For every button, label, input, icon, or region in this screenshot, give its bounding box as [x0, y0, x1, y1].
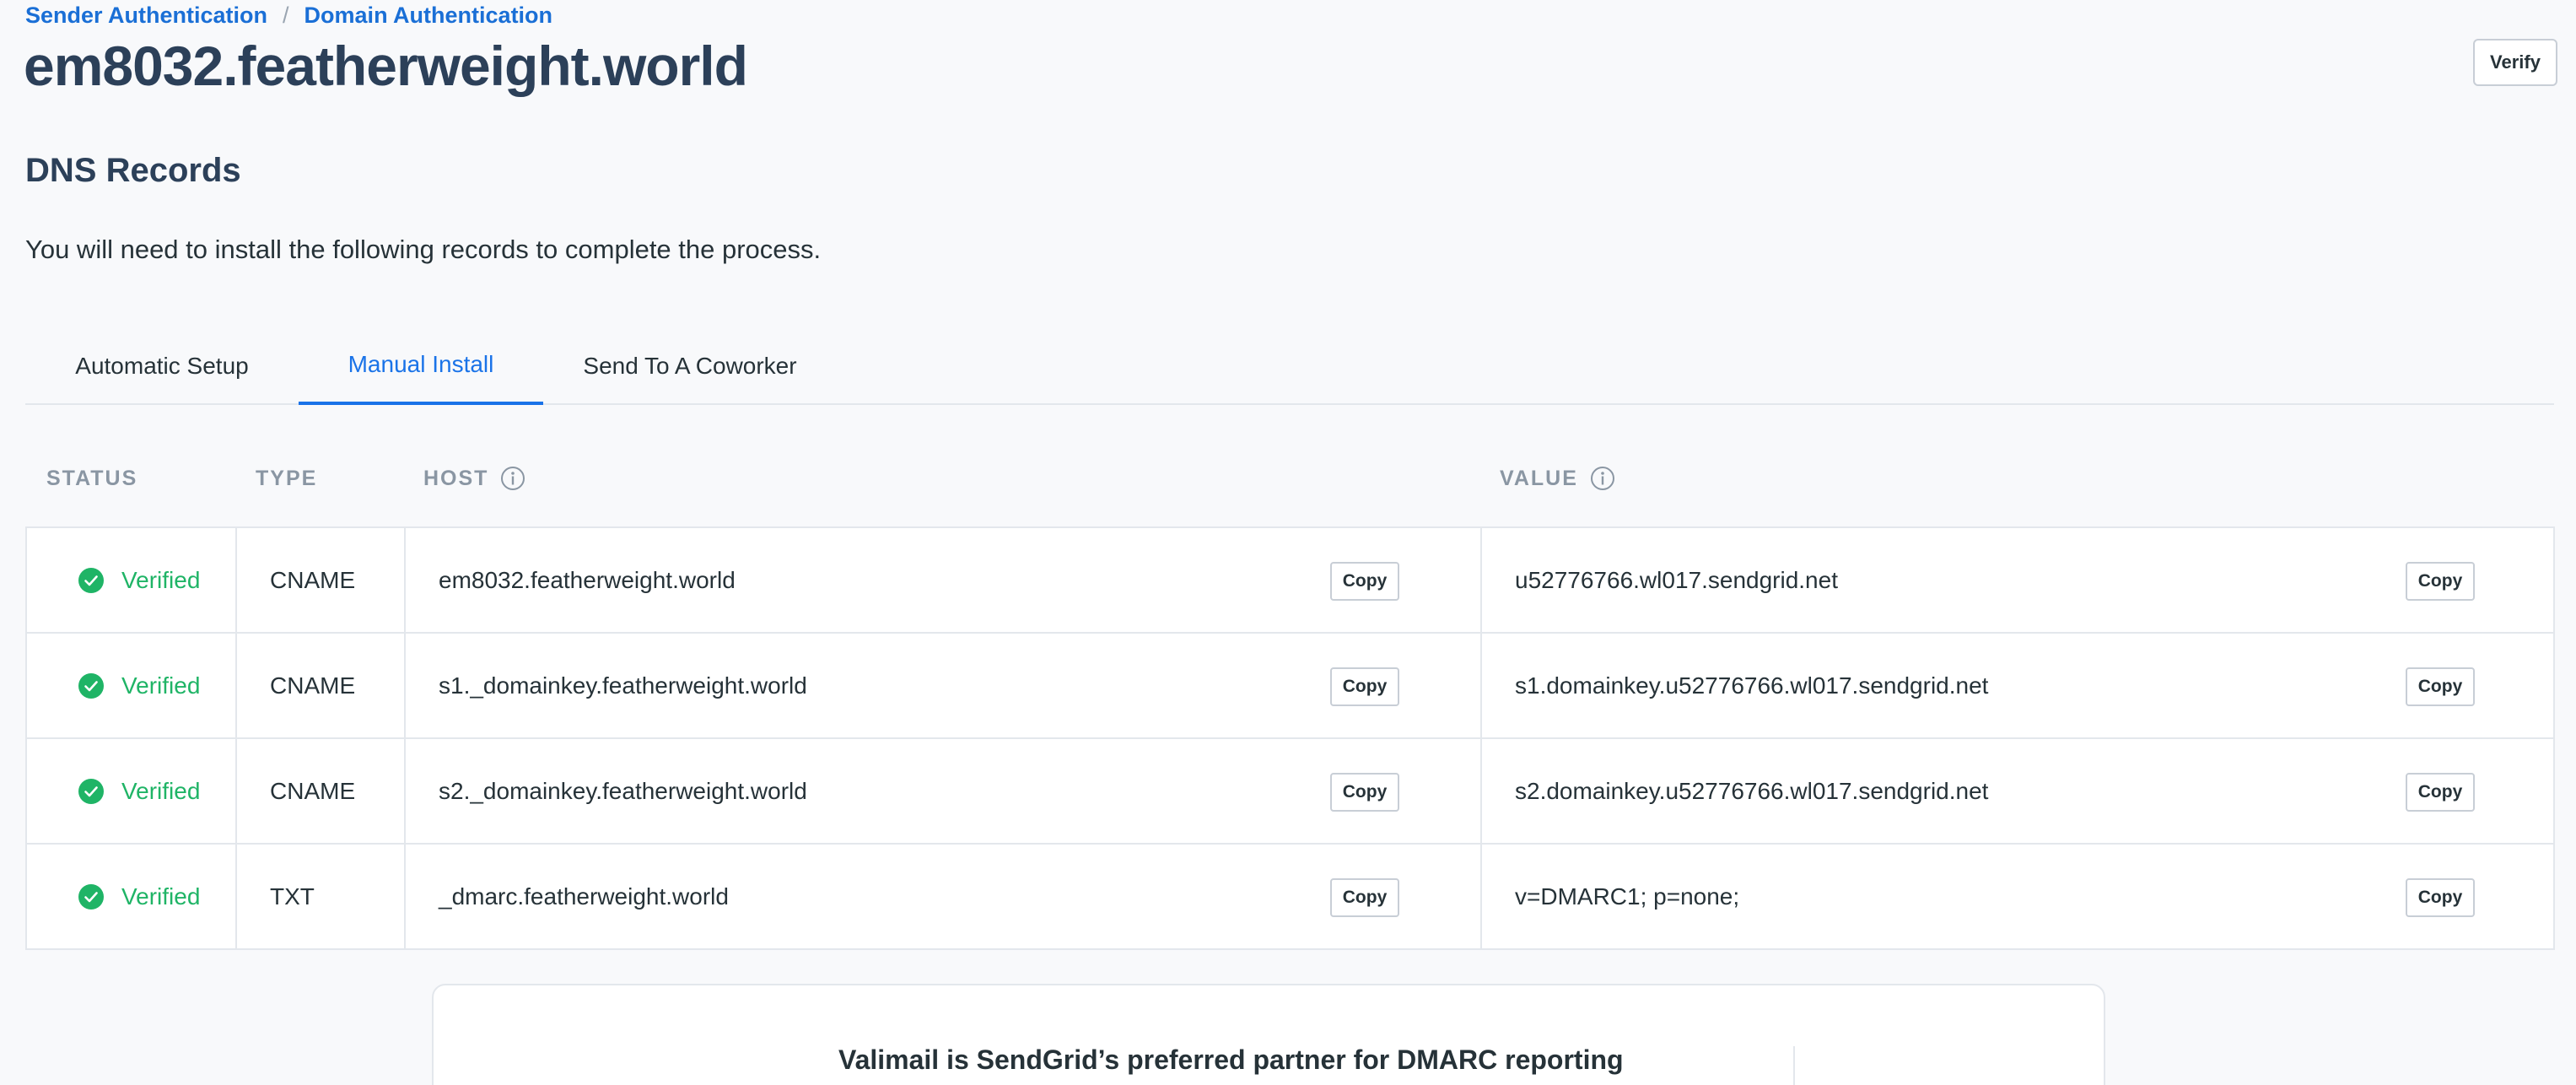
copy-value-button[interactable]: Copy	[2406, 878, 2475, 917]
column-header-type: TYPE	[256, 466, 318, 490]
value-cell: s1.domainkey.u52776766.wl017.sendgrid.ne…	[1515, 672, 1989, 699]
copy-host-button[interactable]: Copy	[1330, 878, 1399, 917]
type-cell: TXT	[270, 883, 315, 910]
copy-value-button[interactable]: Copy	[2406, 667, 2475, 706]
value-cell: u52776766.wl017.sendgrid.net	[1515, 566, 1838, 593]
status-text: Verified	[121, 883, 201, 910]
copy-host-button[interactable]: Copy	[1330, 773, 1399, 812]
tab-send-to-coworker[interactable]: Send To A Coworker	[543, 327, 837, 405]
dns-records-heading: DNS Records	[25, 152, 241, 189]
breadcrumb-separator: /	[283, 2, 289, 28]
host-cell: s2._domainkey.featherweight.world	[439, 777, 807, 804]
partner-divider	[1793, 1046, 1795, 1085]
value-cell: v=DMARC1; p=none;	[1515, 883, 1740, 910]
copy-value-button[interactable]: Copy	[2406, 562, 2475, 601]
verify-button[interactable]: Verify	[2473, 39, 2557, 86]
tab-manual-install[interactable]: Manual Install	[299, 327, 543, 405]
table-row: Verified CNAME s2._domainkey.featherweig…	[27, 739, 2553, 845]
status-cell: Verified	[78, 739, 200, 843]
page-title: em8032.featherweight.world	[24, 35, 748, 97]
status-cell: Verified	[78, 634, 200, 737]
table-row: Verified TXT _dmarc.featherweight.world …	[27, 845, 2553, 950]
dns-description: You will need to install the following r…	[25, 235, 822, 264]
check-circle-icon	[78, 778, 104, 804]
host-cell: s1._domainkey.featherweight.world	[439, 672, 807, 699]
status-text: Verified	[121, 566, 201, 593]
check-circle-icon	[78, 883, 104, 910]
dmarc-partner-card: Valimail is SendGrid’s preferred partner…	[432, 984, 2105, 1085]
breadcrumb-sender-authentication[interactable]: Sender Authentication	[25, 3, 267, 29]
tab-automatic-setup[interactable]: Automatic Setup	[25, 327, 299, 405]
copy-host-button[interactable]: Copy	[1330, 667, 1399, 706]
value-cell: s2.domainkey.u52776766.wl017.sendgrid.ne…	[1515, 777, 1989, 804]
host-cell: _dmarc.featherweight.world	[439, 883, 729, 910]
type-cell: CNAME	[270, 777, 356, 804]
column-header-host: HOST	[423, 464, 525, 493]
copy-host-button[interactable]: Copy	[1330, 562, 1399, 601]
partner-title: Valimail is SendGrid’s preferred partner…	[838, 1045, 1624, 1075]
status-cell: Verified	[78, 845, 200, 948]
breadcrumb-domain-authentication[interactable]: Domain Authentication	[304, 3, 553, 29]
check-circle-icon	[78, 567, 104, 593]
status-cell: Verified	[78, 528, 200, 632]
column-header-host-label: HOST	[423, 466, 489, 490]
value-info-icon[interactable]	[1590, 466, 1615, 491]
column-header-value-label: VALUE	[1500, 466, 1578, 490]
column-header-status: STATUS	[46, 466, 138, 490]
check-circle-icon	[78, 672, 104, 699]
page: Sender Authentication / Domain Authentic…	[0, 0, 2576, 1085]
table-row: Verified CNAME em8032.featherweight.worl…	[27, 528, 2553, 634]
column-header-value: VALUE	[1500, 464, 1615, 493]
breadcrumb: Sender Authentication / Domain Authentic…	[25, 0, 552, 30]
type-cell: CNAME	[270, 566, 356, 593]
setup-tabs: Automatic Setup Manual Install Send To A…	[25, 327, 2554, 405]
copy-value-button[interactable]: Copy	[2406, 773, 2475, 812]
status-text: Verified	[121, 777, 201, 804]
host-cell: em8032.featherweight.world	[439, 566, 736, 593]
host-info-icon[interactable]	[500, 466, 525, 491]
status-text: Verified	[121, 672, 201, 699]
type-cell: CNAME	[270, 672, 356, 699]
table-row: Verified CNAME s1._domainkey.featherweig…	[27, 634, 2553, 739]
dns-records-table: Verified CNAME em8032.featherweight.worl…	[25, 526, 2555, 950]
